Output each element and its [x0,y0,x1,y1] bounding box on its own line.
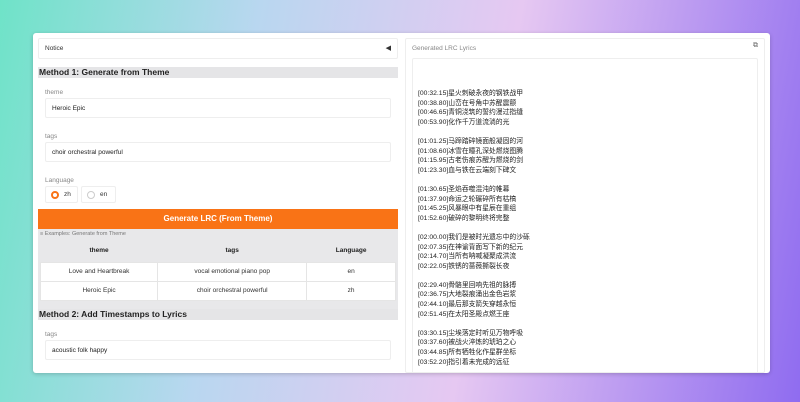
radio-selected-icon [51,191,59,199]
left-panel: Notice ◀ Method 1: Generate from Theme t… [38,38,398,373]
tags-input-2[interactable]: acoustic folk happy [45,340,391,360]
copy-icon[interactable]: ⧉ [753,42,758,50]
generate-lrc-button[interactable]: Generate LRC (From Theme) [38,209,398,229]
radio-en[interactable]: en [81,186,116,203]
app-window: Notice ◀ Method 1: Generate from Theme t… [33,33,770,373]
examples-section: ≡ Examples: Generate from Theme theme tag… [38,229,398,309]
theme-label: theme [45,89,64,96]
method2-title: Method 2: Add Timestamps to Lyrics [38,309,398,320]
cell[interactable]: en [306,261,396,282]
cell[interactable]: vocal emotional piano pop [157,261,308,282]
theme-input[interactable]: Heroic Epic [45,98,391,118]
cell[interactable]: zh [306,280,396,301]
col-language: Language [335,247,367,255]
col-tags: tags [225,247,239,255]
tags-input[interactable]: choir orchestral powerful [45,142,391,162]
output-panel: Generated LRC Lyrics ⧉ [00:32.15]星火刺破永夜的… [405,38,765,373]
radio-en-label: en [100,191,108,198]
lyrics-textarea[interactable]: [00:32.15]星火刺破永夜的钢铁战甲 [00:38.80]山峦在号角中苏醒… [412,58,758,373]
output-title: Generated LRC Lyrics [412,45,477,52]
cell[interactable]: Heroic Epic [39,280,159,301]
table-row[interactable]: Heroic Epic choir orchestral powerful zh [39,280,396,301]
triangle-left-icon[interactable]: ◀ [386,44,391,52]
radio-unselected-icon [87,191,95,199]
method1-title: Method 1: Generate from Theme [38,67,398,78]
cell[interactable]: choir orchestral powerful [157,280,308,301]
radio-zh-label: zh [64,191,71,198]
language-label: Language [45,177,74,184]
examples-table: theme tags Language Love and Heartbreak voc… [39,240,396,301]
radio-zh[interactable]: zh [45,186,78,203]
examples-caption: ≡ Examples: Generate from Theme [40,231,126,237]
cell[interactable]: Love and Heartbreak [39,261,159,282]
notice-label: Notice [45,45,64,52]
tags-label: tags [45,133,58,140]
col-theme: theme [89,247,109,255]
tags-label-2: tags [45,331,58,338]
table-row[interactable]: Love and Heartbreak vocal emotional piano… [39,261,396,282]
notice-accordion[interactable]: Notice ◀ [38,38,398,59]
